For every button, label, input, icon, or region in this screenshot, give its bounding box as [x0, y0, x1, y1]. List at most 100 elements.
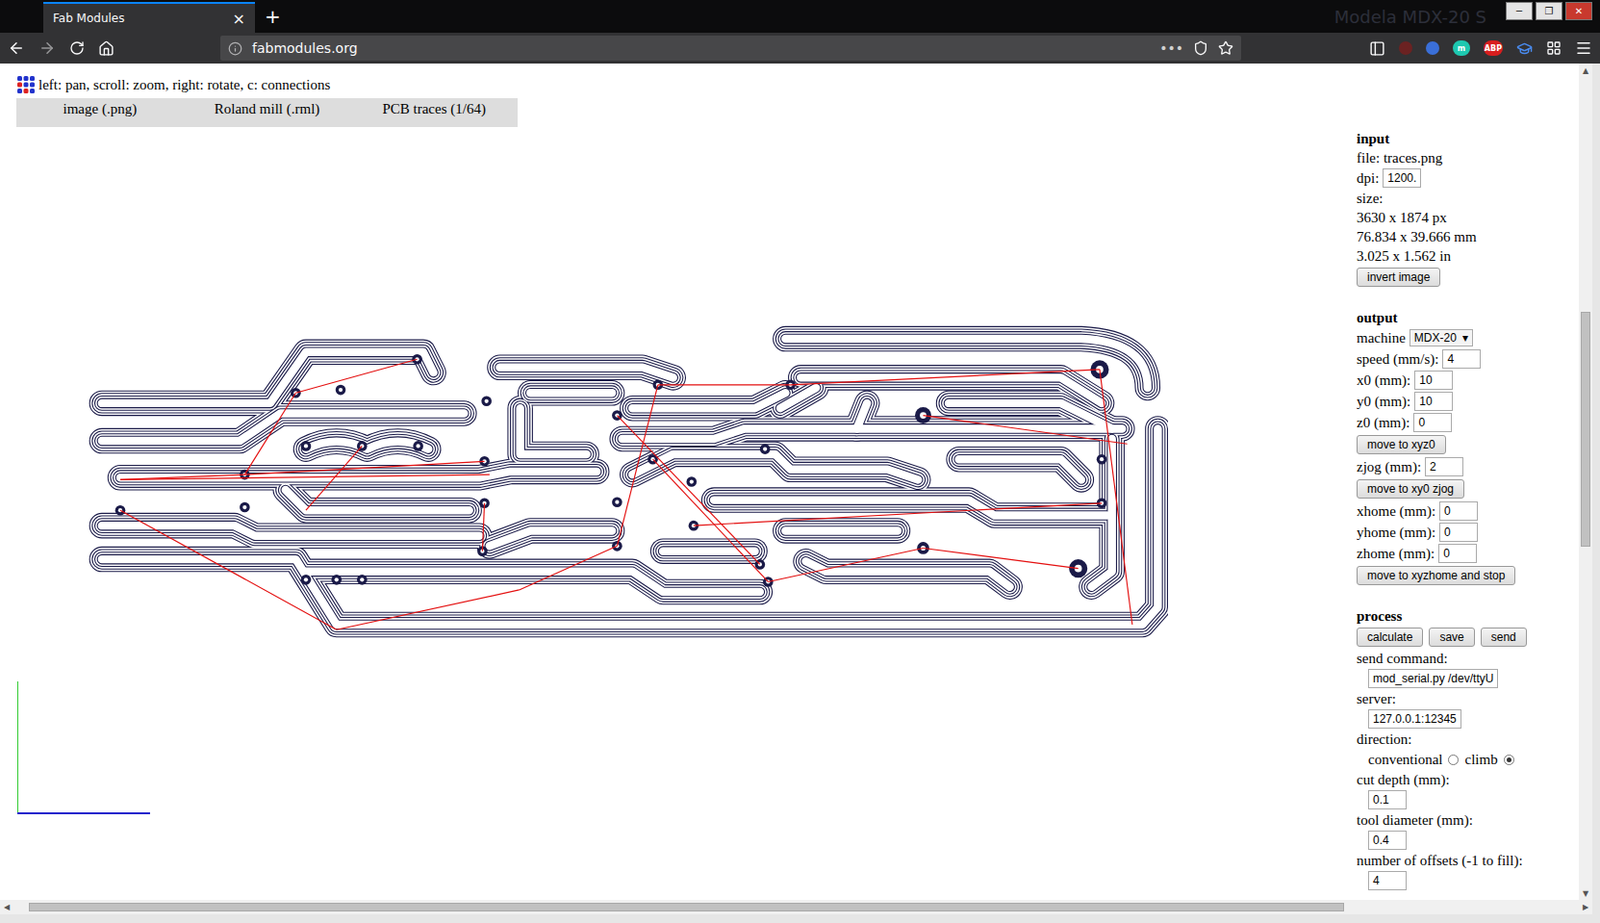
toolpath-drawing[interactable] [86, 324, 1169, 638]
browser-tab[interactable]: Fab Modules× [43, 1, 255, 33]
close-icon[interactable]: × [232, 9, 246, 28]
page-actions[interactable]: ••• [1159, 40, 1184, 56]
info-line: 3.025 x 1.562 in [1356, 246, 1579, 266]
info-line: 76.834 x 39.666 mm [1356, 227, 1579, 247]
field-row: y0 (mm):10 [1356, 390, 1579, 412]
field-label: x0 (mm): [1356, 372, 1411, 389]
y-axis [17, 681, 19, 813]
menu-item[interactable]: Roland mill (.rml) [183, 98, 352, 127]
page-content: left: pan, scroll: zoom, right: rotate, … [0, 63, 1579, 900]
action-button[interactable]: move to xyzhome and stop [1356, 565, 1516, 585]
radio-button[interactable] [1503, 754, 1515, 765]
settings-section: inputfile: traces.pngdpi:1200.size:3630 … [1356, 128, 1579, 289]
page-header: left: pan, scroll: zoom, right: rotate, … [0, 63, 1357, 97]
text-field[interactable]: 10 [1414, 391, 1453, 411]
action-button[interactable]: move to xyz0 [1356, 434, 1447, 455]
action-button[interactable]: calculate [1356, 627, 1423, 647]
forward-icon[interactable] [38, 39, 56, 57]
scroll-down[interactable]: ▼ [1578, 886, 1593, 900]
view-canvas[interactable] [0, 126, 1357, 900]
field-group: send command:mod_serial.py /dev/ttyU [1356, 648, 1579, 689]
page-row: left: pan, scroll: zoom, right: rotate, … [0, 63, 1593, 900]
machine-select[interactable]: MDX-20▾ [1409, 329, 1474, 347]
field-label: cut depth (mm): [1356, 769, 1579, 789]
field-group: tool diameter (mm):0.4 [1356, 810, 1579, 851]
home-icon[interactable] [98, 40, 115, 57]
scroll-left[interactable]: ◀ [0, 900, 14, 915]
field-group: server:127.0.0.1:12345 [1356, 688, 1579, 730]
vertical-scrollbar[interactable]: ▲▼ [1578, 63, 1593, 900]
back-icon[interactable] [7, 39, 26, 57]
field-holder: 0.4 [1356, 829, 1579, 851]
settings-section: outputmachineMDX-20▾speed (mm/s):4x0 (mm… [1356, 307, 1579, 587]
action-button[interactable]: move to xy0 zjog [1356, 479, 1465, 499]
scroll-thumb[interactable] [1580, 311, 1591, 547]
text-field[interactable]: 1200. [1382, 168, 1422, 188]
field-row: dpi:1200. [1356, 167, 1579, 189]
extension-button[interactable]: ABP [1483, 40, 1503, 56]
field-label: zhome (mm): [1356, 545, 1435, 562]
menu-icon[interactable] [1574, 39, 1593, 57]
main-column: left: pan, scroll: zoom, right: rotate, … [0, 63, 1357, 900]
graduation-icon[interactable] [1516, 40, 1533, 57]
sidebar-icon[interactable] [1369, 40, 1386, 57]
field-label: direction: [1356, 729, 1579, 749]
color-wheel-icon[interactable] [1425, 41, 1440, 55]
avatar-icon[interactable] [1398, 41, 1413, 55]
radio-button[interactable] [1447, 754, 1459, 765]
horizontal-scrollbar[interactable]: ◀▶ [0, 899, 1593, 915]
section-heading: output [1356, 307, 1579, 328]
text-field[interactable]: 0 [1413, 412, 1452, 432]
scroll-thumb[interactable] [28, 902, 1345, 912]
info-line: file: traces.png [1356, 148, 1579, 168]
text-field[interactable]: 0 [1438, 543, 1477, 563]
field-row: speed (mm/s):4 [1356, 348, 1579, 370]
caret-icon: ▾ [1462, 330, 1469, 345]
text-field[interactable]: 0.4 [1368, 830, 1407, 850]
window-control[interactable]: ─ [1505, 1, 1533, 21]
url-text: fabmodules.org [252, 40, 1150, 56]
action-button[interactable]: invert image [1356, 267, 1441, 287]
info-icon[interactable] [228, 41, 243, 56]
action-button[interactable]: send [1480, 627, 1527, 647]
field-group: number of offsets (-1 to fill):4 [1356, 850, 1579, 891]
grid-icon[interactable] [1546, 40, 1562, 56]
section-heading: input [1356, 128, 1579, 149]
scroll-up[interactable]: ▲ [1578, 63, 1593, 77]
pocket-icon[interactable] [1193, 40, 1209, 56]
window-control[interactable]: ✕ [1565, 1, 1593, 21]
browser-window: Fab Modules×+Modela MDX-20 S─❐✕fabmodule… [0, 0, 1600, 923]
field-label: y0 (mm): [1356, 393, 1411, 410]
info-line: size: [1356, 188, 1579, 208]
radio-label: climb [1464, 751, 1498, 768]
reload-icon[interactable] [69, 40, 85, 56]
settings-panel: inputfile: traces.pngdpi:1200.size:3630 … [1356, 63, 1579, 900]
menu-item[interactable]: PCB traces (1/64) [350, 98, 518, 127]
window-control[interactable]: ❐ [1535, 1, 1563, 21]
field-row: zhome (mm):0 [1356, 542, 1579, 564]
tab-strip: Fab Modules×+Modela MDX-20 S─❐✕ [0, 0, 1600, 33]
field-holder: mod_serial.py /dev/ttyU [1356, 667, 1579, 689]
extension-button[interactable]: m [1452, 40, 1471, 56]
text-field[interactable]: 0.1 [1368, 789, 1407, 810]
field-row: xhome (mm):0 [1356, 500, 1579, 522]
field-row: x0 (mm):10 [1356, 369, 1579, 391]
text-field[interactable]: 2 [1424, 457, 1464, 477]
menu-item[interactable]: image (.png) [16, 98, 184, 127]
text-field[interactable]: 0 [1439, 501, 1478, 521]
scroll-right[interactable]: ▶ [1578, 900, 1593, 915]
text-field[interactable]: 4 [1368, 870, 1407, 890]
text-field[interactable]: 127.0.0.1:12345 [1368, 709, 1462, 729]
action-button[interactable]: save [1428, 627, 1474, 647]
field-row: z0 (mm):0 [1356, 411, 1579, 433]
star-icon[interactable] [1218, 40, 1234, 56]
text-field[interactable]: 10 [1414, 370, 1453, 390]
text-field[interactable]: 0 [1439, 522, 1478, 542]
x-axis [17, 812, 151, 814]
page-frame: left: pan, scroll: zoom, right: rotate, … [0, 63, 1600, 923]
url-bar[interactable]: fabmodules.org ••• [220, 35, 1242, 61]
new-tab-button[interactable]: + [264, 4, 281, 28]
field-label: yhome (mm): [1356, 524, 1436, 541]
text-field[interactable]: 4 [1442, 349, 1481, 369]
text-field[interactable]: mod_serial.py /dev/ttyU [1368, 668, 1499, 688]
